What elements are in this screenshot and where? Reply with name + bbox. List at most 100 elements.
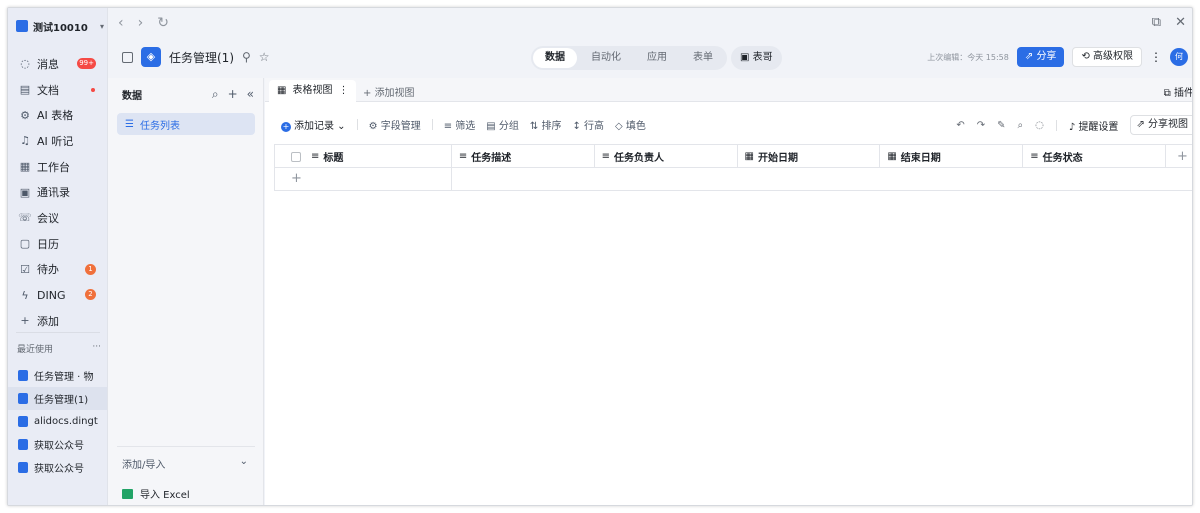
advanced-permission-button[interactable]: ⟲ 高级权限 xyxy=(1072,47,1142,67)
add-column-button[interactable]: + xyxy=(1166,145,1192,168)
nav-item-calendar[interactable]: ▢ 日历 xyxy=(8,231,107,257)
column-header-end-date[interactable]: ▦ 结束日期 xyxy=(880,145,1024,168)
chat-icon: ◌ xyxy=(20,57,30,71)
search-icon[interactable]: ⌕ xyxy=(212,87,219,102)
phone-icon: ☏ xyxy=(18,211,32,225)
sidebar-toggle-icon[interactable] xyxy=(122,51,133,63)
add-view-button[interactable]: + 添加视图 xyxy=(363,84,415,99)
ai-table-icon: ⚙ xyxy=(20,108,30,122)
undo-icon[interactable]: ↶ xyxy=(956,120,964,131)
add-circle-icon: + xyxy=(281,122,291,132)
share-view-label: 分享视图 xyxy=(1148,119,1188,130)
doc-title[interactable]: 任务管理(1) xyxy=(169,49,234,66)
nav-item-contacts[interactable]: ▣ 通讯录 xyxy=(8,179,107,205)
more-icon[interactable]: ··· xyxy=(92,342,101,355)
share-button[interactable]: ⇗ 分享 xyxy=(1016,47,1065,67)
redo-icon[interactable]: ↷ xyxy=(977,120,985,131)
nav-item-add[interactable]: + 添加 xyxy=(8,308,107,334)
column-header-start-date[interactable]: ▦ 开始日期 xyxy=(738,145,881,168)
tab-apps[interactable]: 应用 xyxy=(635,48,679,68)
add-icon[interactable]: + xyxy=(228,87,238,102)
nav-list: ◌ 消息 99+ ▤ 文档 ⚙ AI 表格 ♫ AI 听记 ▦ 工作台 ▣ 通讯… xyxy=(8,51,107,334)
nav-item-label: 消息 xyxy=(37,57,59,71)
row-height-button[interactable]: ↕ 行高 xyxy=(572,117,604,132)
remind-label: 提醒设置 xyxy=(1078,121,1119,133)
sort-button[interactable]: ⇅ 排序 xyxy=(530,117,562,132)
add-record-label: 添加记录 xyxy=(294,121,334,132)
nav-item-label: 待办 xyxy=(37,263,59,277)
tab-automation[interactable]: 自动化 xyxy=(579,48,633,68)
recent-item[interactable]: 任务管理 · 物 xyxy=(8,364,107,387)
ai-table-file-icon xyxy=(18,370,28,381)
collapse-icon[interactable]: « xyxy=(247,87,254,102)
tab-forms[interactable]: 表单 xyxy=(681,48,725,68)
text-field-icon: ≡ xyxy=(458,151,468,162)
recent-list: 任务管理 · 物 任务管理(1) alidocs.dingt 获取公众号 获取公… xyxy=(8,364,107,479)
edit-icon[interactable]: ✎ xyxy=(997,120,1005,131)
column-header-owner[interactable]: ≡ 任务负责人 xyxy=(595,145,738,168)
divider xyxy=(117,446,255,447)
field-manage-label: 字段管理 xyxy=(380,121,421,132)
field-manage-button[interactable]: ⚙ 字段管理 xyxy=(369,117,421,132)
more-options-icon[interactable]: ⋮ xyxy=(1150,50,1162,64)
star-icon[interactable]: ☆ xyxy=(259,50,270,64)
nav-item-messages[interactable]: ◌ 消息 99+ xyxy=(8,51,107,77)
nav-item-ding[interactable]: ϟ DING 2 xyxy=(8,282,107,308)
nav-item-meeting[interactable]: ☏ 会议 xyxy=(8,205,107,231)
table-item-task-list[interactable]: ☰ 任务列表 xyxy=(117,113,255,135)
comment-icon[interactable]: ◌ xyxy=(1035,120,1044,131)
divider xyxy=(1055,119,1057,131)
nav-item-label: AI 听记 xyxy=(37,134,74,148)
plugin-button[interactable]: ⧉ 插件 xyxy=(1164,84,1193,99)
nav-item-workbench[interactable]: ▦ 工作台 xyxy=(8,154,107,180)
close-icon[interactable]: ✕ xyxy=(1175,15,1186,30)
restore-window-icon[interactable]: ⧉ xyxy=(1152,15,1161,30)
nav-item-ai-notes[interactable]: ♫ AI 听记 xyxy=(8,128,107,154)
browser-topbar: ‹ › ↻ ⧉ ✕ xyxy=(108,8,1192,42)
divider xyxy=(16,332,100,333)
add-record-button[interactable]: + 添加记录 ⌄ xyxy=(281,117,346,132)
filter-button[interactable]: ≡ 筛选 xyxy=(444,117,476,132)
document-icon: ▤ xyxy=(19,83,31,97)
add-row: + xyxy=(275,168,1192,190)
data-panel: 数据 ⌕ + « ☰ 任务列表 添加/导入 ⌄ 导入 Excel xyxy=(108,78,264,505)
column-header-status[interactable]: ≡ 任务状态 xyxy=(1023,145,1167,168)
add-import-toggle[interactable]: 添加/导入 ⌄ xyxy=(122,456,248,471)
recent-item[interactable]: 获取公众号 xyxy=(8,433,107,456)
tab-grid-view[interactable]: ▦ 表格视图 ⋮ xyxy=(269,80,357,102)
calendar-icon: ▢ xyxy=(19,237,31,251)
search-icon[interactable]: ⌕ xyxy=(1018,120,1024,131)
nav-item-ai-table[interactable]: ⚙ AI 表格 xyxy=(8,102,107,128)
ai-listen-icon: ♫ xyxy=(20,134,30,148)
select-all-checkbox[interactable] xyxy=(291,151,301,162)
nav-item-docs[interactable]: ▤ 文档 xyxy=(8,77,107,103)
main-area: ▦ 表格视图 ⋮ + 添加视图 ⧉ 插件 + 添加记录 ⌄ ⚙ 字段管理 ≡ 筛选… xyxy=(265,78,1193,505)
refresh-icon[interactable]: ↻ xyxy=(157,15,169,31)
fill-color-button[interactable]: ◇ 填色 xyxy=(615,117,646,132)
view-menu-icon[interactable]: ⋮ xyxy=(338,80,348,102)
avatar[interactable]: 何 xyxy=(1170,48,1188,66)
tab-data[interactable]: 数据 xyxy=(533,48,577,68)
add-row-button[interactable]: + xyxy=(275,168,452,190)
column-label: 结束日期 xyxy=(900,153,941,164)
import-excel-button[interactable]: 导入 Excel xyxy=(122,486,190,501)
plugin-label: 插件 xyxy=(1174,88,1193,99)
org-switcher[interactable]: 测试10010 ▾ xyxy=(16,16,104,36)
nav-item-todo[interactable]: ☑ 待办 1 xyxy=(8,257,107,283)
group-button[interactable]: ▤ 分组 xyxy=(486,117,519,132)
remind-settings-button[interactable]: ♪ 提醒设置 xyxy=(1069,118,1119,133)
recent-item[interactable]: alidocs.dingt xyxy=(8,410,107,433)
recent-item[interactable]: 获取公众号 xyxy=(8,456,107,479)
back-icon[interactable]: ‹ xyxy=(118,15,124,31)
forward-icon[interactable]: › xyxy=(138,15,144,31)
recent-item[interactable]: 任务管理(1) xyxy=(8,387,107,410)
share-view-button[interactable]: ⇗ 分享视图 xyxy=(1130,115,1192,135)
recent-title: 最近使用 xyxy=(17,345,54,355)
text-field-icon: ≡ xyxy=(1030,151,1039,162)
share-label: 分享 xyxy=(1036,51,1057,62)
column-header-description[interactable]: ≡ 任务描述 xyxy=(452,145,595,168)
biaoge-button[interactable]: ▣ 表哥 xyxy=(731,46,782,70)
plus-icon: + xyxy=(20,314,30,328)
column-header-title[interactable]: ≡ 标题 xyxy=(275,145,452,168)
pin-icon[interactable]: ⚲ xyxy=(242,50,251,64)
